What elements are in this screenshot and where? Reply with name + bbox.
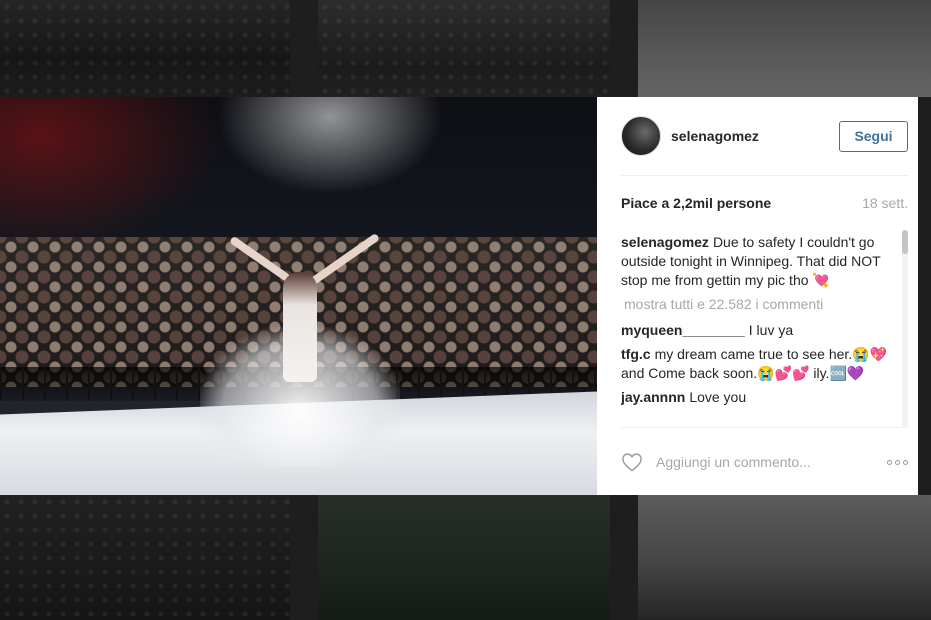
comment-text: I luv ya [748, 322, 794, 338]
scrollbar-thumb[interactable] [902, 230, 908, 254]
likes-row: Piace a 2,2mil persone 18 sett. [621, 195, 908, 211]
post-modal: selenagomez Segui Piace a 2,2mil persone… [0, 97, 918, 495]
post-photo[interactable] [0, 97, 597, 495]
comment-item: tfg.c my dream came true to see her.😭💖 an… [621, 345, 896, 383]
grid-thumbnail[interactable] [0, 495, 290, 620]
grid-thumbnail[interactable] [318, 0, 610, 97]
dot-glyph [887, 459, 892, 465]
caption: selenagomez Due to safety I couldn't go o… [621, 233, 896, 290]
comments-scrollbar[interactable] [902, 230, 908, 427]
post-username[interactable]: selenagomez [671, 128, 839, 144]
comment-item: jay.annnn Love you [621, 388, 896, 407]
comments-list[interactable]: selenagomez Due to safety I couldn't go o… [621, 233, 896, 427]
post-side-panel: selenagomez Segui Piace a 2,2mil persone… [597, 97, 918, 495]
comment-username[interactable]: myqueen________ [621, 322, 745, 338]
grid-thumbnail[interactable] [318, 495, 610, 620]
more-options-icon[interactable] [887, 459, 908, 465]
comment-text: Love you [689, 389, 747, 405]
add-comment-input[interactable]: Aggiungi un commento... [656, 454, 887, 470]
heart-outline-icon[interactable] [621, 452, 643, 472]
comment-item: myqueen________ I luv ya [621, 321, 896, 340]
avatar[interactable] [621, 116, 661, 156]
grid-thumbnail[interactable] [0, 0, 290, 97]
comment-username[interactable]: jay.annnn [621, 389, 685, 405]
comment-username[interactable]: tfg.c [621, 346, 651, 362]
likes-count[interactable]: Piace a 2,2mil persone [621, 195, 771, 211]
dot-glyph [895, 459, 900, 465]
post-age[interactable]: 18 sett. [862, 195, 908, 211]
view-all-comments-link[interactable]: mostra tutti e 22.582 i commenti [624, 295, 896, 314]
comment-text: my dream came true to see her.😭💖 and Com… [621, 346, 888, 381]
photo-singer [283, 272, 317, 382]
caption-username[interactable]: selenagomez [621, 234, 709, 250]
post-footer: Aggiungi un commento... [621, 427, 908, 496]
dot-glyph [903, 459, 908, 465]
follow-button[interactable]: Segui [839, 120, 908, 152]
grid-thumbnail[interactable] [638, 495, 931, 620]
post-header: selenagomez Segui [621, 97, 908, 176]
grid-thumbnail[interactable] [638, 0, 931, 97]
